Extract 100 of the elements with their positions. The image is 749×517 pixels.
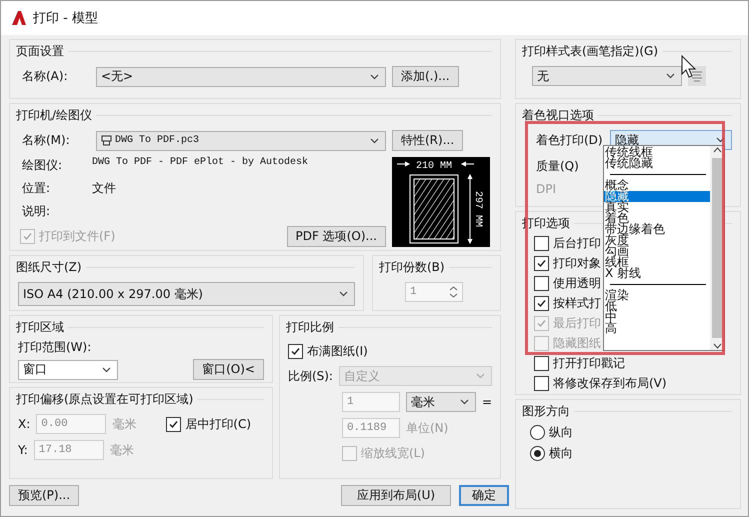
scroll-down-icon[interactable] [712,342,722,350]
field-label: 着色打印(D) [536,132,603,148]
scroll-up-icon[interactable] [712,146,722,154]
list-option[interactable]: 高 [604,323,710,334]
group-title: 打印份数(B) [379,259,445,276]
check-mark-icon [536,298,547,308]
check-mark-icon [536,258,547,268]
caret-icon [370,74,379,80]
checkbox[interactable] [166,416,182,432]
list-option[interactable]: 带边缘着色 [604,224,710,235]
checkbox[interactable] [534,356,549,370]
checkbox[interactable] [534,376,549,390]
radio-button[interactable] [530,446,545,460]
app-logo-icon [11,10,27,26]
checkbox[interactable] [288,344,303,358]
unit-label: 毫米 [110,442,134,458]
checkbox-label: 居中打印(C) [185,416,252,432]
unit-label: 毫米 [112,416,136,432]
group-title: 打印区域 [16,319,64,336]
field-label: 说明: [22,203,52,220]
button[interactable]: 特性(R)... [392,130,464,151]
dropdown[interactable]: <无> [96,66,386,86]
list-option[interactable]: 隐藏 [604,191,710,202]
checkbox-label: 缩放线宽(L) [360,444,425,462]
dropdown[interactable]: 毫米 [406,392,476,412]
group-title: 打印样式表(画笔指定)(G) [522,43,658,60]
group-title: 图纸尺寸(Z) [16,259,82,276]
group-title: 图形方向 [522,403,570,420]
checkbox-label: 打开打印戳记 [553,354,625,372]
field-label: 比例(S): [288,368,333,384]
list-option[interactable]: 勾画 [604,246,710,257]
dimension-label: 210 MM [416,161,452,172]
checkbox[interactable] [534,236,549,250]
checkbox-label: 打印对象 [553,254,601,272]
list-option[interactable]: 线框 [604,257,710,268]
checkbox[interactable] [534,296,549,310]
list-option[interactable]: 传统隐藏 [604,158,710,169]
dimension-label: 297 MM [472,191,483,227]
checkbox-label: 后台打印 [553,234,601,252]
button[interactable]: 添加(.)... [392,66,459,87]
check-mark-icon [168,418,180,430]
list-option[interactable]: 灰度 [604,235,710,246]
button[interactable]: 预览(P)... [9,485,80,506]
checkbox[interactable] [534,276,549,290]
radio-button[interactable] [530,424,545,440]
dropdown[interactable]: 无 [532,66,682,86]
list-option[interactable]: 渲染 [604,290,710,301]
radio-label: 纵向 [549,424,573,440]
check-mark-icon [290,346,301,356]
checkbox[interactable] [534,256,549,270]
list-option[interactable]: 传统线框 [604,147,710,158]
window-title: 打印 - 模型 [33,10,98,27]
checkbox-label: 布满图纸(I) [306,342,368,360]
list-option[interactable]: 真实 [604,202,710,213]
field-label: 名称(M): [21,132,71,149]
dropdown[interactable]: ISO A4 (210.00 x 297.00 毫米) [18,282,355,306]
unit-label: 单位(N) [406,420,448,436]
caret-icon [666,73,675,79]
group-title: 打印比例 [286,319,334,336]
button[interactable]: 应用到布局(U) [341,485,451,506]
paper-sheet-drawing [410,174,458,244]
list-option[interactable]: 低 [604,301,710,312]
caret-icon [339,291,348,297]
button[interactable]: 确定 [459,485,509,506]
caret-icon [102,366,111,372]
spinner-icon [449,285,458,299]
equals-sign: = [482,395,492,409]
checkbox-label: 隐藏图纸 [553,334,601,352]
button[interactable]: PDF 选项(O)... [286,226,386,247]
group-title: 着色视口选项 [522,107,594,124]
list-option[interactable]: X 射线 [604,268,710,279]
list-option[interactable]: 概念 [604,180,710,191]
field-label: 位置: [22,180,52,197]
field-label: 名称(A): [21,68,69,85]
list-option[interactable]: 中 [604,312,710,323]
checkbox-label: 使用透明 [553,274,601,292]
checkbox-label: 将修改保存到布局(V) [553,374,667,392]
plotter-value: DWG To PDF - PDF ePlot - by Autodesk [92,157,310,170]
dropdown[interactable]: DWG To PDF.pc3 [96,130,386,150]
field-label: X: [18,417,30,431]
field-label: 打印范围(W): [18,339,92,356]
field-label: 绘图仪: [22,157,64,174]
group-title: 打印偏移(原点设置在可打印区域) [16,391,194,408]
caret-icon [370,138,379,144]
caret-icon [476,373,485,379]
dimension-arrow [468,174,472,244]
field-label: 质量(Q) [536,158,579,174]
caret-icon [716,137,725,143]
caret-icon [460,399,469,405]
printer-icon [101,135,112,146]
dropdown[interactable]: 窗口 [18,360,118,380]
checkbox-label: 按样式打 [553,294,601,312]
check-mark-icon [536,318,547,328]
field-label: Y: [18,443,28,457]
cursor-icon [681,55,697,79]
list-option[interactable]: 着色 [604,213,710,224]
button[interactable]: 窗口(O)< [193,359,264,380]
group-title: 打印机/绘图仪 [16,107,92,124]
location-value: 文件 [92,180,117,197]
group-title: 页面设置 [16,43,64,60]
